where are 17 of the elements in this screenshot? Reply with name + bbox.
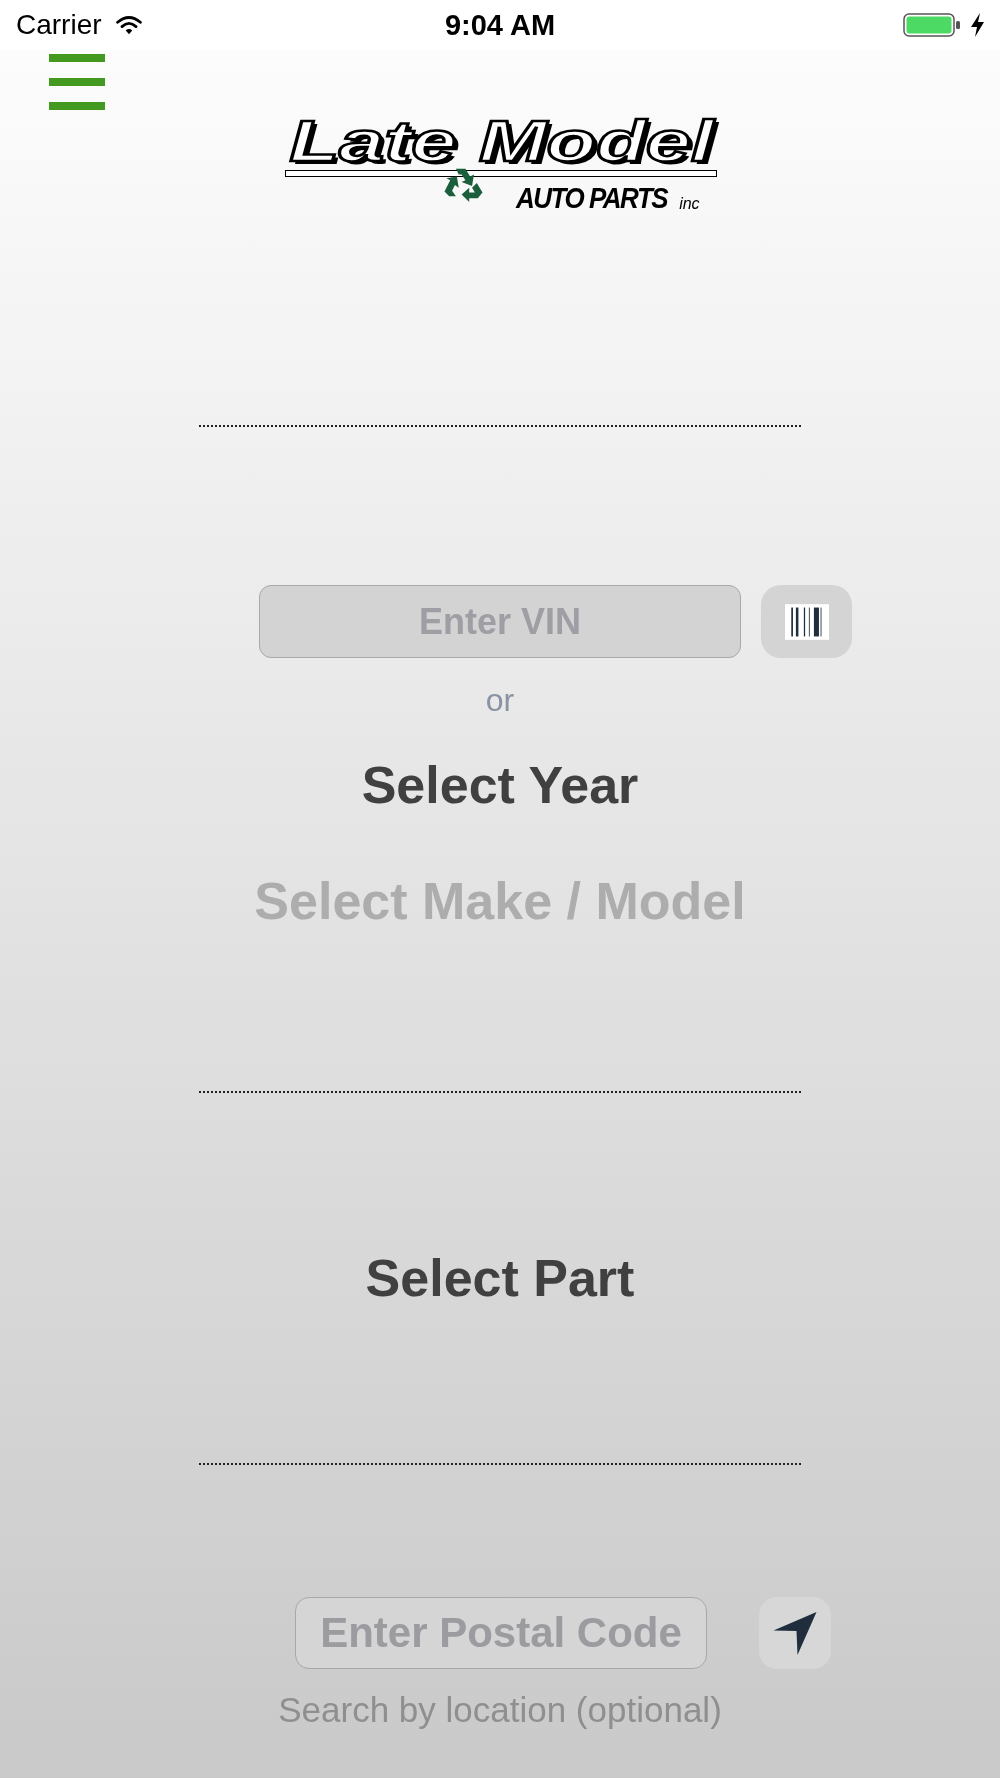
barcode-icon — [784, 603, 829, 640]
logo-subtitle: AUTO PARTS — [516, 183, 668, 213]
location-button[interactable] — [759, 1597, 831, 1669]
battery-icon — [903, 13, 961, 37]
menu-icon[interactable] — [49, 54, 105, 110]
clock-time: 9:04 AM — [444, 8, 556, 42]
postal-code-field[interactable]: Enter Postal Code — [295, 1597, 707, 1669]
year-selector[interactable]: Select Year — [361, 755, 639, 815]
part-selector[interactable]: Select Part — [365, 1248, 635, 1308]
logo-suffix: inc — [679, 196, 700, 212]
barcode-scan-button[interactable] — [761, 585, 852, 658]
or-label: or — [485, 681, 515, 720]
carrier-name: Carrier — [16, 8, 102, 42]
location-arrow-icon — [773, 1611, 817, 1655]
wifi-icon — [115, 15, 142, 35]
location-hint: Search by location (optional) — [278, 1690, 722, 1730]
charging-bolt-icon — [971, 13, 984, 37]
